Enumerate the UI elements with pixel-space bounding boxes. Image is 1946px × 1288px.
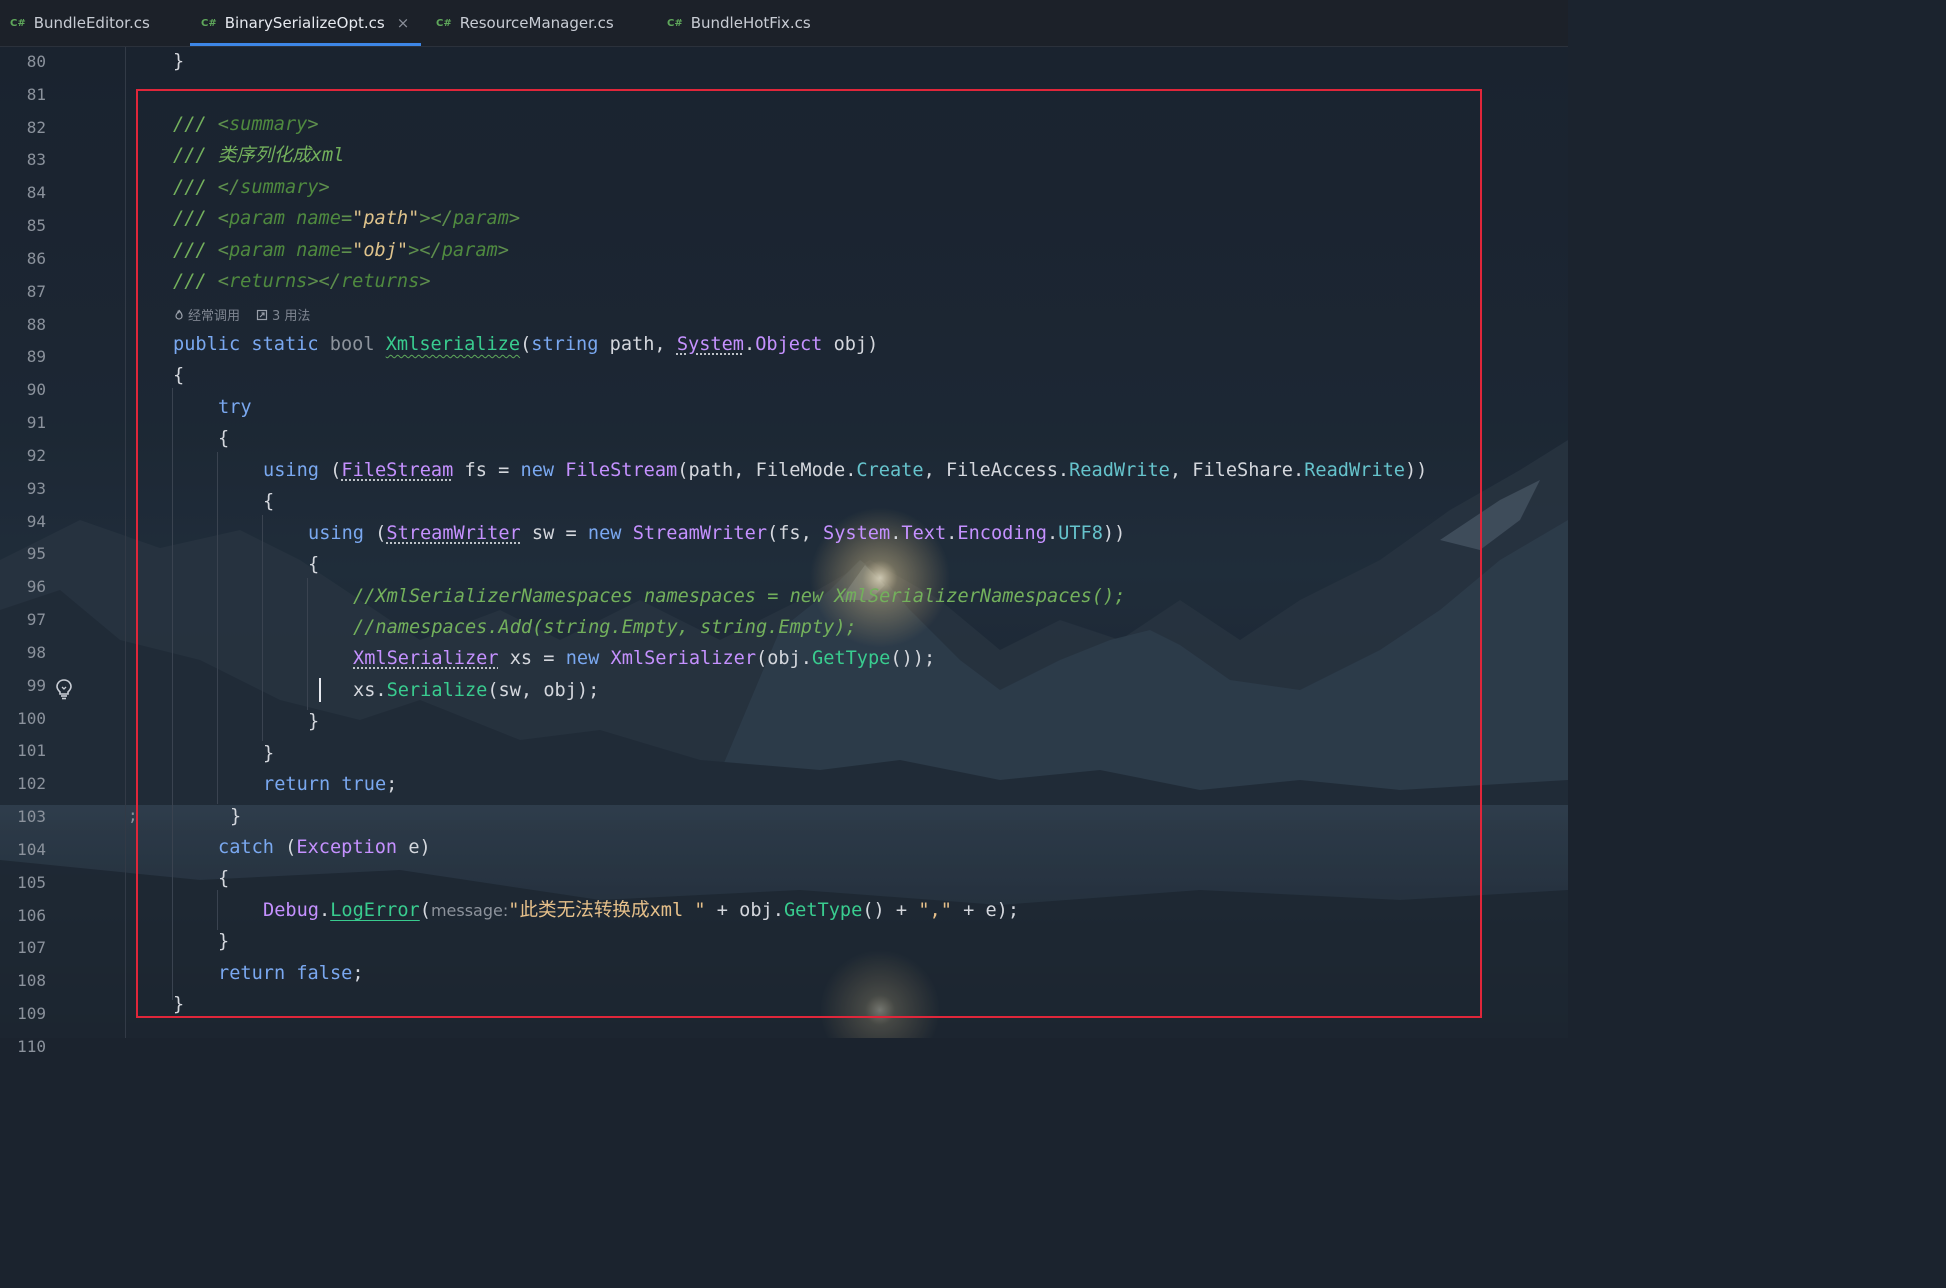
- line-number[interactable]: 110: [0, 1037, 46, 1057]
- line-number[interactable]: 98: [0, 643, 46, 663]
- line-number[interactable]: 92: [0, 446, 46, 466]
- tab-label: BundleHotFix.cs: [690, 14, 811, 32]
- line-number[interactable]: 97: [0, 610, 46, 630]
- line-number[interactable]: 81: [0, 85, 46, 105]
- line-number[interactable]: 103: [0, 807, 46, 827]
- csharp-file-icon: C#: [667, 17, 683, 29]
- tab-binaryserializeopt[interactable]: C# BinarySerializeOpt.cs ×: [201, 0, 409, 46]
- lightbulb-icon[interactable]: [54, 678, 74, 700]
- line-number[interactable]: 87: [0, 282, 46, 302]
- line-number[interactable]: 82: [0, 118, 46, 138]
- tab-label: BinarySerializeOpt.cs: [224, 14, 385, 32]
- line-number[interactable]: 101: [0, 741, 46, 761]
- gutter-separator: [125, 47, 126, 1038]
- line-number[interactable]: 89: [0, 347, 46, 367]
- line-number[interactable]: 94: [0, 512, 46, 532]
- csharp-file-icon: C#: [10, 17, 26, 29]
- tab-label: BundleEditor.cs: [33, 14, 150, 32]
- active-tab-indicator: [190, 43, 421, 46]
- line-number[interactable]: 108: [0, 971, 46, 991]
- line-number[interactable]: 99: [0, 676, 46, 696]
- line-number[interactable]: 91: [0, 413, 46, 433]
- line-number[interactable]: 100: [0, 709, 46, 729]
- editor-tab-bar: C# BundleEditor.cs C# BinarySerializeOpt…: [0, 0, 1568, 47]
- tab-label: ResourceManager.cs: [459, 14, 614, 32]
- line-number[interactable]: 86: [0, 249, 46, 269]
- tab-bundleeditor[interactable]: C# BundleEditor.cs: [10, 0, 150, 46]
- line-number[interactable]: 88: [0, 315, 46, 335]
- line-number[interactable]: 85: [0, 216, 46, 236]
- line-number[interactable]: 104: [0, 840, 46, 860]
- line-number[interactable]: 80: [0, 52, 46, 72]
- line-number[interactable]: 83: [0, 150, 46, 170]
- tab-bundlehotfix[interactable]: C# BundleHotFix.cs: [667, 0, 811, 46]
- line-number[interactable]: 106: [0, 906, 46, 926]
- line-number[interactable]: 96: [0, 577, 46, 597]
- line-number[interactable]: 107: [0, 938, 46, 958]
- csharp-file-icon: C#: [201, 17, 217, 29]
- line-number[interactable]: 105: [0, 873, 46, 893]
- line-number[interactable]: 95: [0, 544, 46, 564]
- code-line-80[interactable]: }: [173, 51, 184, 73]
- line-number[interactable]: 90: [0, 380, 46, 400]
- highlight-box: [136, 89, 1482, 1018]
- line-number[interactable]: 109: [0, 1004, 46, 1024]
- csharp-file-icon: C#: [436, 17, 452, 29]
- tab-resourcemanager[interactable]: C# ResourceManager.cs: [436, 0, 614, 46]
- line-number[interactable]: 102: [0, 774, 46, 794]
- line-number[interactable]: 84: [0, 183, 46, 203]
- line-number[interactable]: 93: [0, 479, 46, 499]
- close-tab-icon[interactable]: ×: [397, 14, 410, 32]
